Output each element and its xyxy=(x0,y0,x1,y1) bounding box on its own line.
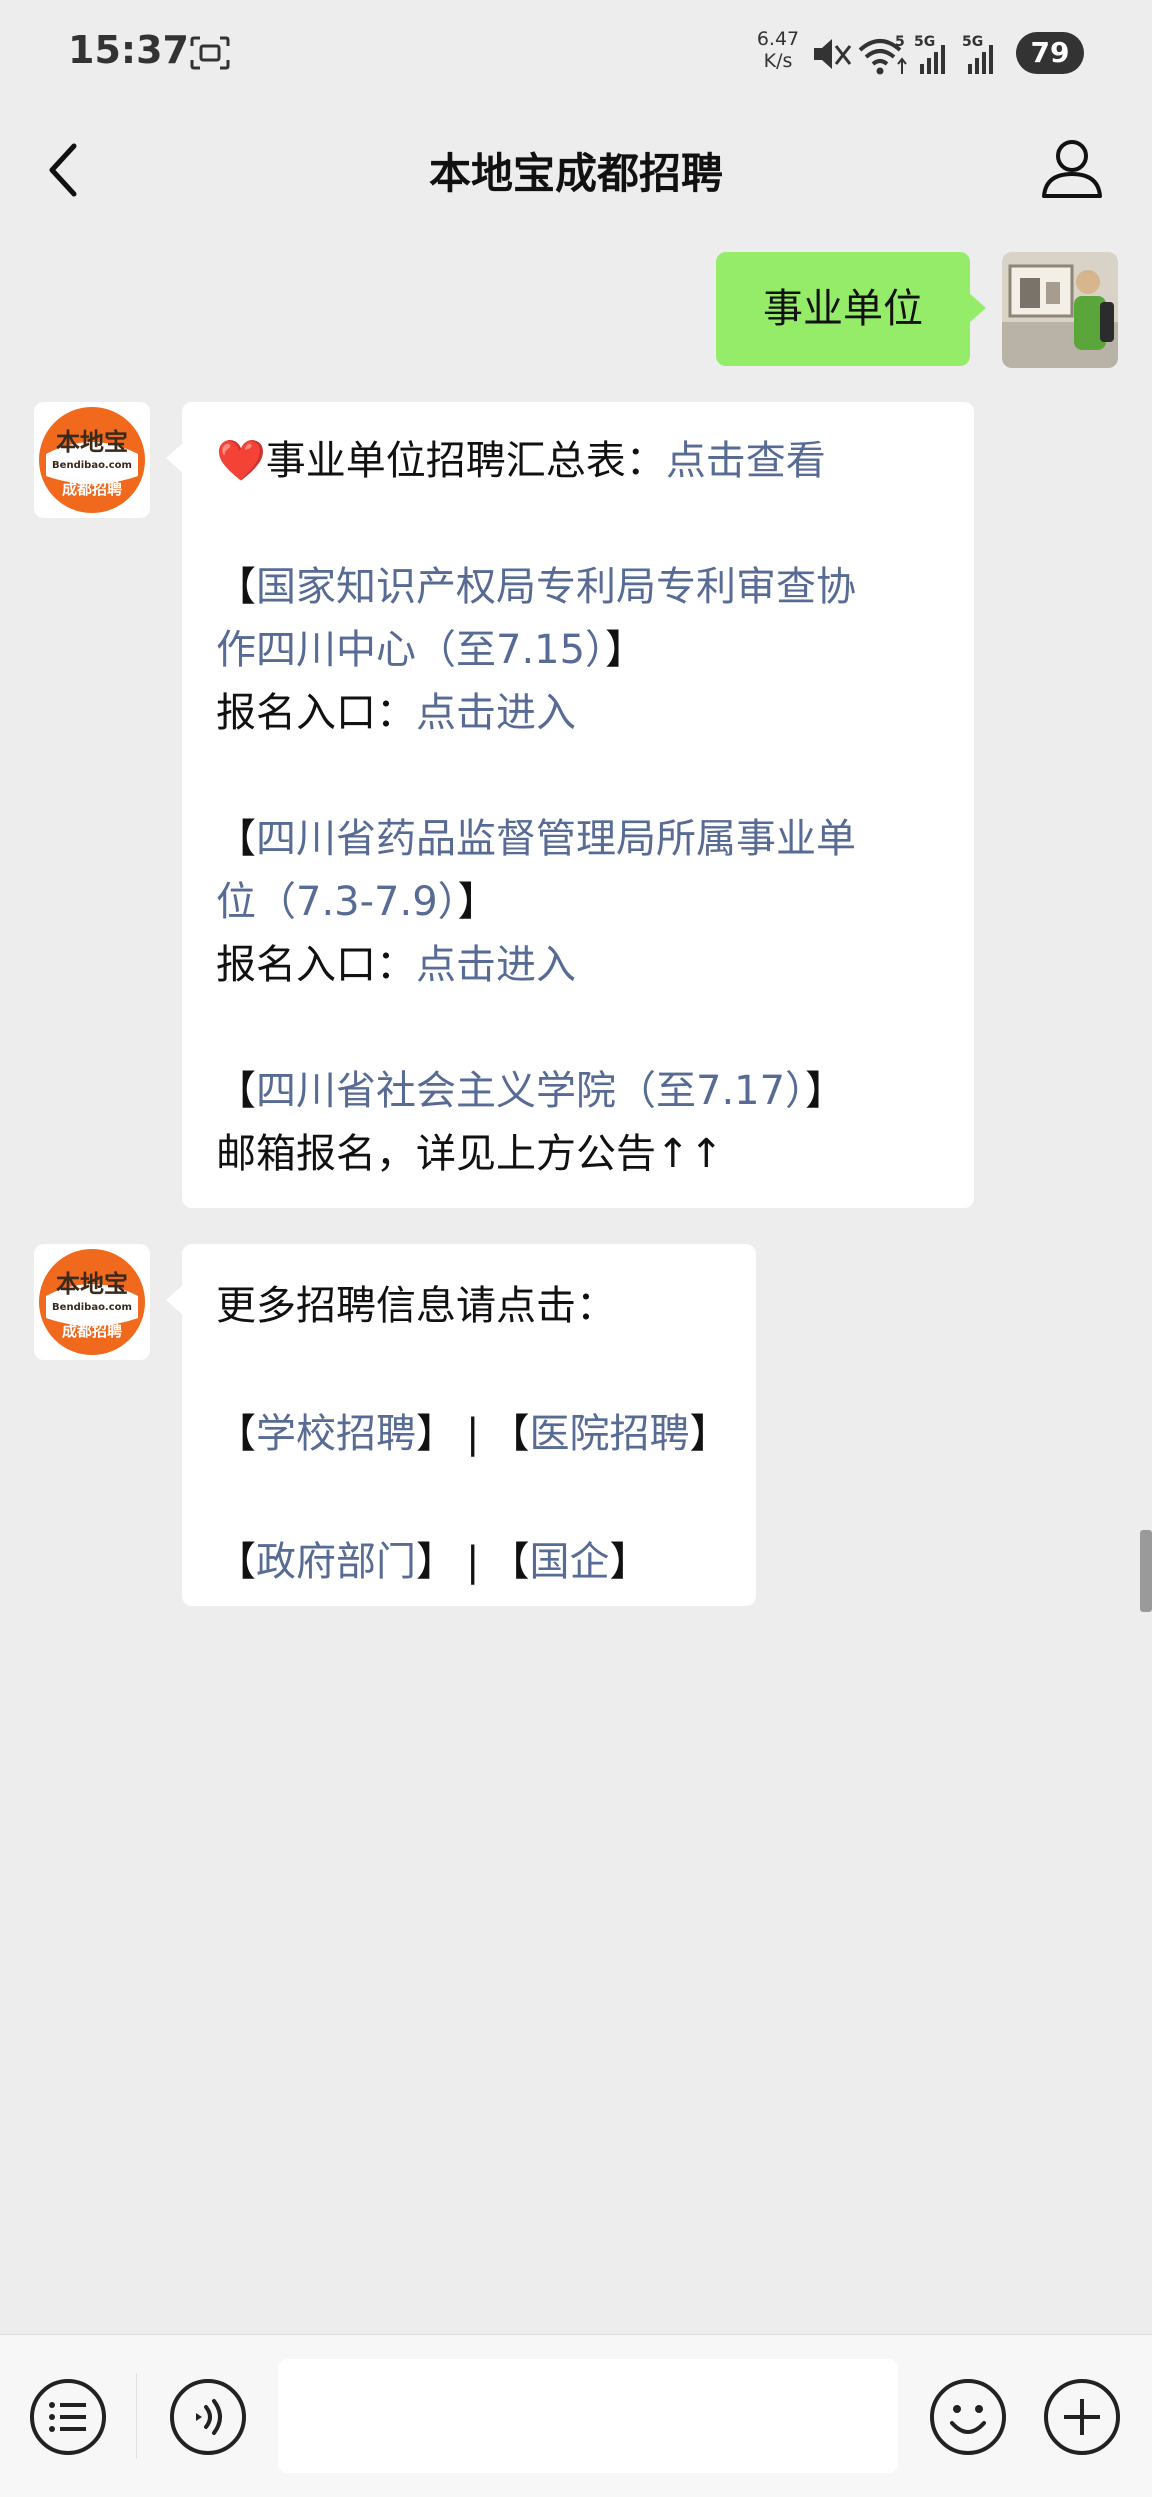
bendibao-logo: 本地宝 Bendibao.com 成都招聘 xyxy=(39,407,145,513)
voice-icon[interactable] xyxy=(168,2377,248,2457)
apply-line: 报名入口：点击进入 xyxy=(216,682,974,745)
bracket-open: 【 xyxy=(216,1068,256,1114)
wifi-icon: 5 xyxy=(858,34,907,75)
bracket-close: 】 xyxy=(805,1068,846,1114)
sim1-badge: 5G xyxy=(914,34,935,50)
school-jobs-link[interactable]: 学校招聘 xyxy=(256,1411,416,1457)
job-entry-title: 位（7.3-7.9）】 xyxy=(216,871,974,934)
job-entry-link[interactable]: 国家知识产权局专利局专利审查协 xyxy=(256,564,856,610)
mute-icon xyxy=(814,39,852,69)
net-speed: 6.47 K/s xyxy=(752,28,804,72)
user-avatar-image xyxy=(1002,252,1118,368)
bracket-open: 【 xyxy=(216,1539,256,1585)
job-entry-link[interactable]: 四川省药品监督管理局所属事业单 xyxy=(256,816,856,862)
bot-message-bubble: ❤️事业单位招聘汇总表：点击查看 【国家知识产权局专利局专利审查协 作四川中心（… xyxy=(166,402,974,1208)
page-title: 本地宝成都招聘 xyxy=(428,149,723,198)
apply-line: 报名入口：点击进入 xyxy=(216,934,974,997)
job-entry-title: 【四川省社会主义学院（至7.17）】 xyxy=(216,1060,974,1123)
input-bar xyxy=(0,2334,1152,2497)
smiley-icon[interactable] xyxy=(928,2377,1008,2457)
bracket-close: 】 xyxy=(609,1539,650,1585)
message-input[interactable] xyxy=(278,2359,898,2473)
user-avatar[interactable] xyxy=(1002,252,1118,368)
job-entry-link[interactable]: 四川省社会主义学院（至7.17） xyxy=(256,1068,805,1114)
bracket-close: 】 xyxy=(689,1411,730,1457)
bracket-close: 】 xyxy=(605,627,646,673)
net-speed-value: 6.47 xyxy=(756,28,800,50)
status-time: 15:37 xyxy=(68,28,189,72)
bracket-open: 【 xyxy=(216,564,256,610)
signal-icon: 5G xyxy=(914,34,945,74)
bot-avatar-domain: Bendibao.com xyxy=(52,460,132,471)
bot-avatar-brand: 本地宝 xyxy=(56,428,128,456)
screenshot-icon xyxy=(190,36,230,70)
bot-avatar-brand: 本地宝 xyxy=(56,1270,128,1298)
signal-icon: 5G xyxy=(962,34,993,74)
bracket-open: 【 xyxy=(216,816,256,862)
summary-link[interactable]: 点击查看 xyxy=(666,438,826,484)
chat-header: 本地宝成都招聘 xyxy=(0,110,1152,230)
hospital-jobs-link[interactable]: 医院招聘 xyxy=(529,1411,689,1457)
job-entry-link[interactable]: 位（7.3-7.9） xyxy=(216,879,458,925)
message-line: ❤️事业单位招聘汇总表：点击查看 xyxy=(216,430,974,493)
bracket-open: 【 xyxy=(489,1411,530,1457)
bracket-open: 【 xyxy=(216,1411,256,1457)
category-links-row: 【学校招聘】 | 【医院招聘】 xyxy=(216,1402,756,1466)
bracket-open: 【 xyxy=(489,1539,530,1585)
bot-avatar-city: 成都招聘 xyxy=(62,1322,122,1340)
job-entry-title: 【国家知识产权局专利局专利审查协 xyxy=(216,556,974,619)
bot-avatar-city: 成都招聘 xyxy=(62,480,122,498)
bendibao-logo: 本地宝 Bendibao.com 成都招聘 xyxy=(39,1249,145,1355)
link-separator: | xyxy=(466,1539,480,1585)
job-entry-link[interactable]: 作四川中心（至7.15） xyxy=(216,627,605,673)
job-entry-title: 【四川省药品监督管理局所属事业单 xyxy=(216,808,974,871)
government-jobs-link[interactable]: 政府部门 xyxy=(256,1539,416,1585)
divider xyxy=(136,2373,137,2459)
battery-icon: 79 xyxy=(1016,32,1084,74)
apply-label: 报名入口： xyxy=(216,690,416,736)
category-links-row: 【政府部门】 | 【国企】 xyxy=(216,1530,756,1594)
bracket-close: 】 xyxy=(416,1411,456,1457)
email-note: 邮箱报名，详见上方公告↑↑ xyxy=(216,1131,724,1177)
net-speed-unit: K/s xyxy=(763,50,793,72)
person-icon[interactable] xyxy=(1036,130,1108,210)
more-info-intro: 更多招聘信息请点击： xyxy=(216,1283,616,1329)
bot-message-bubble: 更多招聘信息请点击： 【学校招聘】 | 【医院招聘】 【政府部门】 | 【国企】 xyxy=(166,1244,756,1606)
scrollbar-thumb[interactable] xyxy=(1140,1530,1152,1612)
apply-link[interactable]: 点击进入 xyxy=(416,690,576,736)
bot-avatar-domain: Bendibao.com xyxy=(52,1302,132,1313)
user-message-bubble[interactable]: 事业单位 xyxy=(716,252,986,366)
plus-icon[interactable] xyxy=(1042,2377,1122,2457)
apply-label: 报名入口： xyxy=(216,942,416,988)
job-entry-title: 作四川中心（至7.15）】 xyxy=(216,619,974,682)
apply-link[interactable]: 点击进入 xyxy=(416,942,576,988)
summary-label: ❤️事业单位招聘汇总表： xyxy=(216,438,666,484)
wifi-badge: 5 xyxy=(895,34,905,50)
bracket-close: 】 xyxy=(457,879,498,925)
link-separator: | xyxy=(466,1411,480,1457)
bot-avatar[interactable]: 本地宝 Bendibao.com 成都招聘 xyxy=(34,1244,150,1360)
bot-avatar[interactable]: 本地宝 Bendibao.com 成都招聘 xyxy=(34,402,150,518)
bracket-close: 】 xyxy=(416,1539,456,1585)
status-bar: 15:37 6.47 K/s 5 5G 5G 79 xyxy=(0,0,1152,110)
soe-jobs-link[interactable]: 国企 xyxy=(529,1539,609,1585)
sim2-badge: 5G xyxy=(962,34,983,50)
list-menu-icon[interactable] xyxy=(28,2377,108,2457)
